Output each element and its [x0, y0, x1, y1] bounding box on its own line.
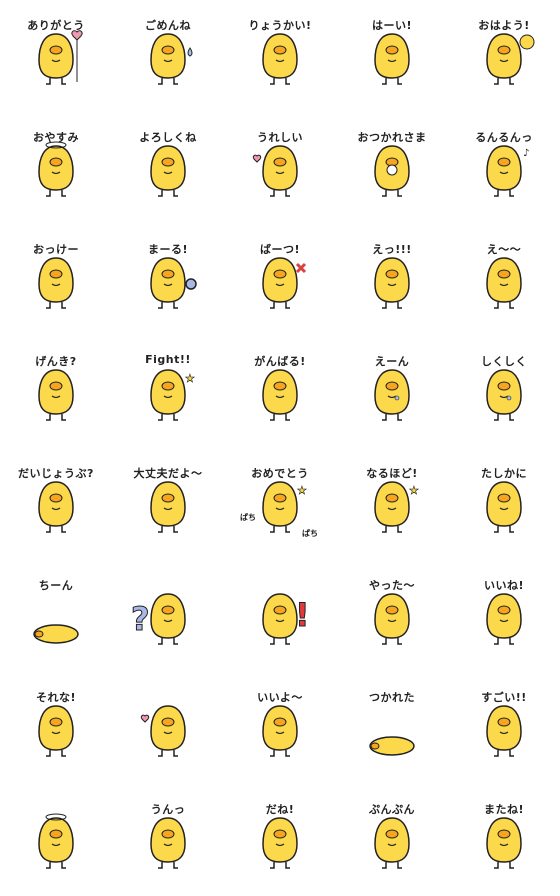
sticker[interactable]: えーん [336, 336, 448, 448]
sticker[interactable]: Fight!! ★ [112, 336, 224, 448]
sticker[interactable]: いいよ〜 [224, 672, 336, 784]
sticker[interactable]: ぷんぷん [336, 784, 448, 896]
sticker[interactable]: すごい!! [448, 672, 560, 784]
sticker[interactable]: うれしい [224, 112, 336, 224]
sticker[interactable]: いいね! [448, 560, 560, 672]
chick-illustration [479, 814, 529, 870]
sticker[interactable]: ばーつ! [224, 224, 336, 336]
sticker[interactable]: またね! [448, 784, 560, 896]
sticker[interactable]: うんっ [112, 784, 224, 896]
chick-illustration [367, 30, 417, 86]
sticker[interactable]: よろしくね [112, 112, 224, 224]
sticker[interactable] [0, 784, 112, 896]
sticker[interactable]: ちーん [0, 560, 112, 672]
sticker[interactable]: なるほど! ★ [336, 448, 448, 560]
sticker[interactable]: まーる! [112, 224, 224, 336]
sticker[interactable]: だね! [224, 784, 336, 896]
sticker[interactable]: おはよう! [448, 0, 560, 112]
sticker[interactable]: えっ!!! [336, 224, 448, 336]
sticker[interactable]: るんるんっ ♪ [448, 112, 560, 224]
heart-balloon-chick-illustration [31, 30, 83, 86]
chick-illustration [255, 814, 305, 870]
music-notes-chick-illustration: ♪ [479, 142, 529, 198]
sticker[interactable]: りょうかい! [224, 0, 336, 112]
lying-chick-illustration [367, 702, 417, 758]
sticker-grid: ありがとう ごめんね りょうかい! はーい! おはよう! おやすみ よろしくね [0, 0, 560, 896]
sparkle-chick-illustration: ★ [367, 478, 419, 534]
sticker[interactable]: それな! [0, 672, 112, 784]
chick-illustration [367, 590, 417, 646]
sticker[interactable]: げんき? [0, 336, 112, 448]
sticker[interactable]: ありがとう [0, 0, 112, 112]
chick-illustration [31, 254, 81, 310]
party-hat-chick-illustration: ★ [255, 478, 307, 534]
chick-illustration [479, 254, 529, 310]
sticker[interactable]: おめでとう ★ ぱち ぱち [224, 448, 336, 560]
chick-illustration [143, 814, 193, 870]
chick-illustration [479, 702, 529, 758]
sticker[interactable]: え〜〜 [448, 224, 560, 336]
chick-illustration [255, 702, 305, 758]
chick-illustration [479, 478, 529, 534]
sticker-extra-text: ぱち [240, 513, 256, 522]
chick-illustration [367, 254, 417, 310]
svg-text:★: ★ [185, 372, 195, 385]
circle-chick-illustration [143, 254, 197, 310]
sweat-drop-chick-illustration [143, 30, 193, 86]
sticker[interactable]: おつかれさま [336, 112, 448, 224]
svg-text:?: ? [131, 600, 150, 638]
sticker[interactable]: おっけー [0, 224, 112, 336]
cross-chick-illustration [255, 254, 307, 310]
svg-text:♪: ♪ [523, 148, 529, 159]
chick-illustration [143, 478, 193, 534]
sun-chick-illustration [479, 30, 535, 86]
sticker[interactable]: はーい! [336, 0, 448, 112]
chick-illustration [367, 814, 417, 870]
sticker[interactable]: ? [112, 560, 224, 672]
chick-illustration [479, 590, 529, 646]
sticker-label: Fight!! [145, 353, 191, 366]
exclamation-mark-chick-illustration: ! [255, 590, 310, 646]
sticker[interactable]: ! [224, 560, 336, 672]
hearts-chick-illustration [140, 702, 193, 758]
sticker[interactable]: しくしく [448, 336, 560, 448]
sticker-extra-text: ぱち [302, 529, 318, 538]
sticker[interactable]: だいじょうぶ? [0, 448, 112, 560]
moon-chick-illustration [31, 141, 81, 198]
tears-chick-illustration [367, 366, 417, 422]
svg-text:★: ★ [409, 484, 419, 497]
sticker[interactable]: たしかに [448, 448, 560, 560]
hearts-chick-illustration [252, 142, 305, 198]
chick-illustration [255, 30, 305, 86]
tear-chick-illustration [479, 366, 529, 422]
sticker[interactable]: がんばる! [224, 336, 336, 448]
svg-text:★: ★ [297, 484, 307, 497]
sticker[interactable]: おやすみ [0, 112, 112, 224]
chick-illustration [143, 142, 193, 198]
chick-illustration [255, 366, 305, 422]
lying-chick-illustration [31, 590, 81, 646]
stars-chick-illustration: ★ [143, 366, 195, 422]
sticker[interactable]: 大丈夫だよ〜 [112, 448, 224, 560]
flower-chick-illustration [367, 142, 417, 198]
svg-text:!: ! [295, 596, 310, 634]
sticker[interactable]: つかれた [336, 672, 448, 784]
chick-illustration [31, 366, 81, 422]
halo-chick-illustration [31, 813, 81, 870]
chick-illustration [31, 702, 81, 758]
chick-illustration [31, 478, 81, 534]
sticker[interactable] [112, 672, 224, 784]
question-mark-chick-illustration: ? [131, 590, 193, 646]
sticker[interactable]: ごめんね [112, 0, 224, 112]
sticker[interactable]: やった〜 [336, 560, 448, 672]
